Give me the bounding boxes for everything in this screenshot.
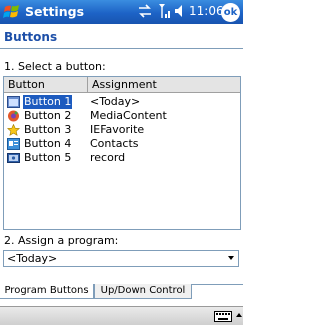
list-row-button-3[interactable]: Button 3 IEFavorite: [4, 123, 240, 137]
chevron-down-icon[interactable]: [228, 256, 234, 260]
app-title: Settings: [25, 4, 85, 19]
windows-start-icon[interactable]: [3, 3, 21, 21]
list-header: Button Assignment: [4, 77, 240, 94]
tab-up-down-control[interactable]: Up/Down Control: [94, 284, 192, 299]
row-button-name: Button 5: [24, 151, 72, 164]
header-divider: [0, 48, 243, 49]
page-title: Buttons: [4, 30, 58, 44]
row-button-name: Button 2: [24, 109, 72, 122]
list-row-button-2[interactable]: Button 2 MediaContent: [4, 109, 240, 123]
row-button-name: Button 4: [24, 137, 72, 150]
today-calendar-icon: [7, 96, 20, 108]
keyboard-icon[interactable]: [214, 311, 232, 322]
record-icon: [7, 153, 20, 163]
title-bar: Settings 11:06 ok: [0, 0, 243, 24]
signal-strength-icon[interactable]: [158, 3, 172, 19]
clock[interactable]: 11:06: [189, 4, 224, 18]
row-assignment: Contacts: [90, 137, 139, 150]
program-select[interactable]: <Today>: [3, 250, 239, 267]
row-assignment: MediaContent: [90, 109, 167, 122]
program-select-value: <Today>: [7, 252, 58, 265]
row-assignment: record: [90, 151, 126, 164]
volume-icon[interactable]: [174, 4, 186, 18]
ok-button[interactable]: ok: [221, 3, 240, 22]
favorites-star-icon: [7, 124, 20, 136]
column-header-button[interactable]: Button: [4, 77, 88, 93]
sync-arrows-icon[interactable]: [138, 4, 152, 18]
tab-program-buttons[interactable]: Program Buttons: [0, 284, 94, 299]
row-button-name: Button 3: [24, 123, 72, 136]
list-row-button-4[interactable]: Button 4 Contacts: [4, 137, 240, 151]
assign-program-label: 2. Assign a program:: [4, 234, 119, 247]
row-button-name: Button 1: [23, 95, 73, 109]
button-list[interactable]: Button Assignment Button 1 <Today> Butto…: [3, 76, 241, 230]
contacts-card-icon: [7, 138, 20, 150]
list-row-button-1[interactable]: Button 1 <Today>: [4, 95, 240, 109]
select-button-label: 1. Select a button:: [4, 60, 106, 73]
row-assignment: IEFavorite: [90, 123, 145, 136]
column-header-assignment[interactable]: Assignment: [88, 77, 240, 93]
input-selector-arrow-icon[interactable]: [236, 313, 242, 317]
list-row-button-5[interactable]: Button 5 record: [4, 151, 240, 165]
command-bar: [0, 306, 243, 325]
row-assignment: <Today>: [90, 95, 141, 108]
media-player-icon: [8, 110, 19, 122]
